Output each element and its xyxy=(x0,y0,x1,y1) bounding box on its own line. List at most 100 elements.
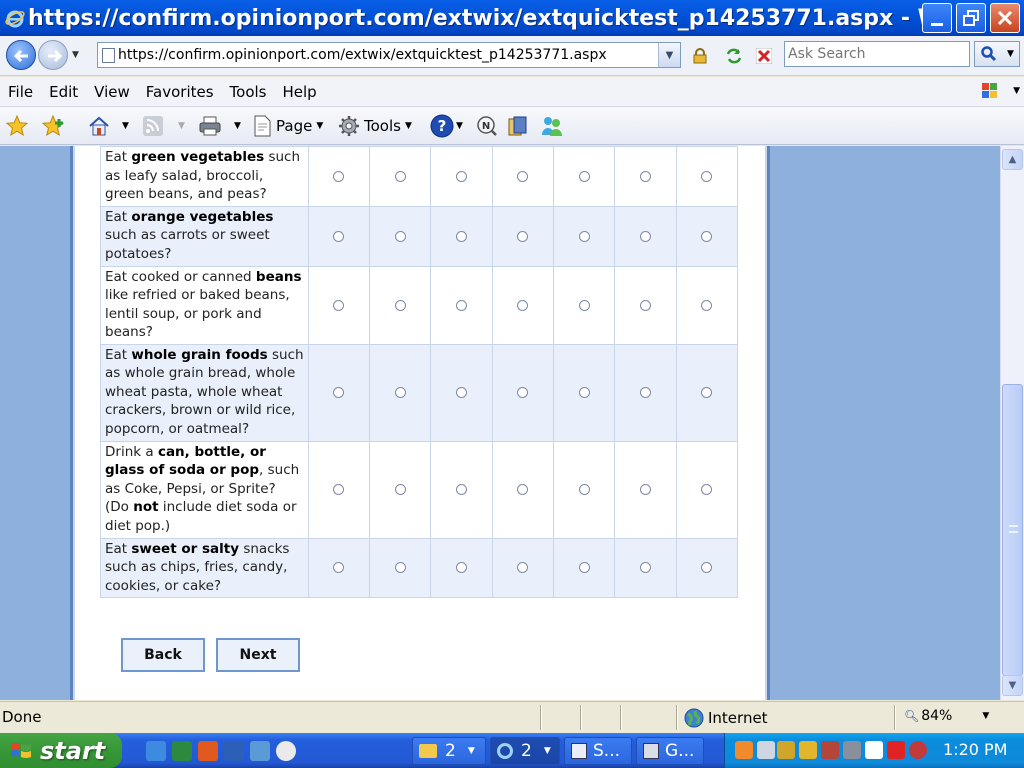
bookmark-tool-button[interactable] xyxy=(506,115,528,137)
answer-radio[interactable] xyxy=(701,484,713,495)
answer-radio[interactable] xyxy=(394,562,406,574)
tray-user-icon[interactable] xyxy=(821,741,839,759)
answer-radio[interactable] xyxy=(517,387,529,398)
tray-shield-icon[interactable] xyxy=(909,741,927,759)
search-input[interactable] xyxy=(788,43,968,65)
zoom-control[interactable]: 🔍︎ 84% ▼ xyxy=(904,708,989,724)
menu-view[interactable]: View xyxy=(86,83,138,101)
tray-network-icon[interactable] xyxy=(757,741,775,759)
minimize-button[interactable] xyxy=(922,3,952,33)
answer-radio[interactable] xyxy=(701,562,713,574)
zoom-dropdown-icon[interactable]: ▼ xyxy=(982,711,989,721)
taskbar-group-internet-explorer[interactable]: 2 ▼ xyxy=(490,737,560,765)
answer-radio[interactable] xyxy=(517,170,529,182)
answer-radio[interactable] xyxy=(456,299,468,311)
answer-radio[interactable] xyxy=(394,484,406,495)
feeds-button[interactable]: ▼ xyxy=(142,115,185,137)
messenger-button[interactable] xyxy=(540,115,564,137)
taskbar-word-document[interactable]: S... xyxy=(564,737,632,765)
answer-radio[interactable] xyxy=(639,170,651,182)
taskbar-program[interactable]: G... xyxy=(636,737,704,765)
print-dropdown-icon[interactable]: ▼ xyxy=(234,121,241,131)
scroll-down-button[interactable]: ▼ xyxy=(1002,675,1023,696)
search-box[interactable] xyxy=(784,41,970,67)
answer-radio[interactable] xyxy=(578,387,590,398)
search-button[interactable]: ▼ xyxy=(974,41,1020,67)
back-button[interactable]: Back xyxy=(121,638,205,672)
answer-radio[interactable] xyxy=(578,170,590,182)
tray-lock-icon[interactable] xyxy=(777,741,795,759)
tray-java-icon[interactable] xyxy=(735,741,753,759)
tray-security-icon[interactable] xyxy=(799,741,817,759)
answer-radio[interactable] xyxy=(517,484,529,495)
excel-quicklaunch-icon[interactable] xyxy=(172,741,192,761)
answer-radio[interactable] xyxy=(701,299,713,311)
answer-radio[interactable] xyxy=(517,299,529,311)
menu-file[interactable]: File xyxy=(0,83,41,101)
window-title-bar[interactable]: https://confirm.opinionport.com/extwix/e… xyxy=(0,0,1024,36)
answer-radio[interactable] xyxy=(333,170,345,182)
answer-radio[interactable] xyxy=(333,230,345,242)
answer-radio[interactable] xyxy=(701,230,713,242)
answer-radio[interactable] xyxy=(639,230,651,242)
menu-edit[interactable]: Edit xyxy=(41,83,86,101)
answer-radio[interactable] xyxy=(456,230,468,242)
vertical-scrollbar[interactable]: ▲ ▼ xyxy=(1000,146,1024,700)
answer-radio[interactable] xyxy=(701,387,713,398)
address-dropdown-icon[interactable]: ▼ xyxy=(658,43,680,67)
answer-radio[interactable] xyxy=(578,484,590,495)
answer-radio[interactable] xyxy=(394,230,406,242)
answer-radio[interactable] xyxy=(578,299,590,311)
taskbar-group-folders[interactable]: 2 ▼ xyxy=(412,737,486,765)
security-zone[interactable]: Internet xyxy=(684,708,768,728)
answer-radio[interactable] xyxy=(517,230,529,242)
close-button[interactable] xyxy=(990,3,1020,33)
help-dropdown-icon[interactable]: ▼ xyxy=(456,121,463,131)
answer-radio[interactable] xyxy=(333,299,345,311)
menu-favorites[interactable]: Favorites xyxy=(138,83,222,101)
add-favorites-button[interactable] xyxy=(42,115,66,137)
flag-dropdown-icon[interactable]: ▼ xyxy=(1013,86,1020,96)
answer-radio[interactable] xyxy=(456,484,468,495)
answer-radio[interactable] xyxy=(394,387,406,398)
lock-icon[interactable] xyxy=(688,44,712,68)
stop-icon[interactable] xyxy=(752,44,776,68)
answer-radio[interactable] xyxy=(517,562,529,574)
ie-quicklaunch-icon[interactable] xyxy=(146,741,166,761)
next-button[interactable]: Next xyxy=(216,638,300,672)
tray-antivirus-icon[interactable] xyxy=(865,741,883,759)
menu-help[interactable]: Help xyxy=(275,83,325,101)
page-menu-button[interactable]: Page ▼ xyxy=(252,115,323,137)
favorites-star-button[interactable] xyxy=(6,115,28,137)
answer-radio[interactable] xyxy=(578,562,590,574)
answer-radio[interactable] xyxy=(456,170,468,182)
tray-settings-icon[interactable] xyxy=(843,741,861,759)
home-dropdown-icon[interactable]: ▼ xyxy=(122,121,129,131)
answer-radio[interactable] xyxy=(639,387,651,398)
answer-radio[interactable] xyxy=(639,562,651,574)
recent-pages-dropdown-icon[interactable]: ▼ xyxy=(72,50,79,60)
home-button[interactable]: ▼ xyxy=(88,115,129,137)
back-nav-button[interactable] xyxy=(6,40,36,70)
forward-nav-button[interactable] xyxy=(38,40,68,70)
answer-radio[interactable] xyxy=(333,562,345,574)
scrollbar-thumb[interactable] xyxy=(1002,384,1023,676)
answer-radio[interactable] xyxy=(456,562,468,574)
answer-radio[interactable] xyxy=(333,484,345,495)
answer-radio[interactable] xyxy=(394,170,406,182)
answer-radio[interactable] xyxy=(456,387,468,398)
desktop-quicklaunch-icon[interactable] xyxy=(250,741,270,761)
answer-radio[interactable] xyxy=(639,299,651,311)
print-button[interactable]: ▼ xyxy=(198,115,241,137)
restore-button[interactable] xyxy=(956,3,986,33)
word-quicklaunch-icon[interactable] xyxy=(224,741,244,761)
powerpoint-quicklaunch-icon[interactable] xyxy=(198,741,218,761)
windows-flag-icon[interactable] xyxy=(980,81,1002,101)
research-button[interactable]: N xyxy=(476,115,498,137)
tray-n-icon[interactable] xyxy=(887,741,905,759)
answer-radio[interactable] xyxy=(639,484,651,495)
help-button[interactable]: ? ▼ xyxy=(430,114,463,138)
start-button[interactable]: start xyxy=(0,733,122,768)
menu-tools[interactable]: Tools xyxy=(222,83,275,101)
media-player-quicklaunch-icon[interactable] xyxy=(276,741,296,761)
